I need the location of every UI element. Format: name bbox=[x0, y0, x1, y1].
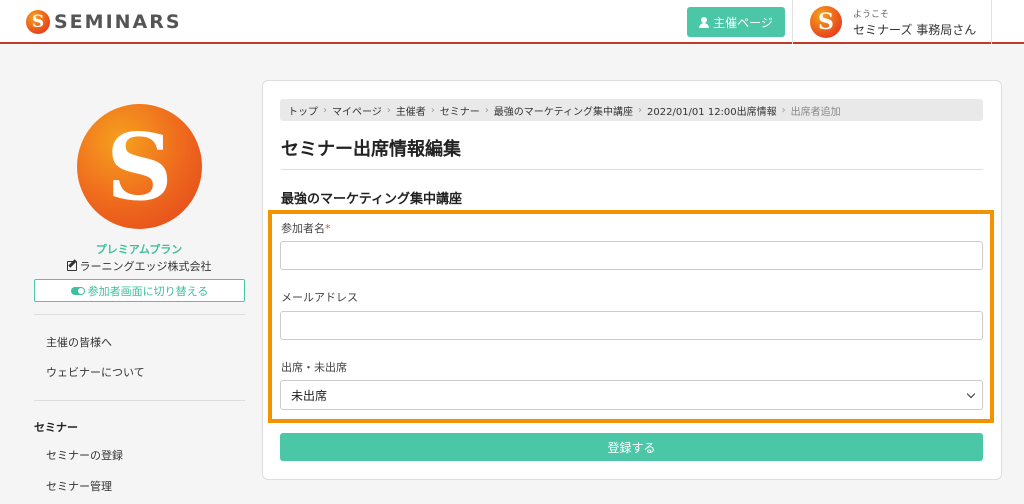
organizer-avatar: S bbox=[77, 104, 202, 229]
participant-name-input[interactable] bbox=[280, 241, 983, 270]
header-divider bbox=[991, 0, 992, 44]
breadcrumb-current: 出席者追加 bbox=[790, 106, 841, 118]
title-divider bbox=[281, 169, 983, 170]
toggle-icon bbox=[70, 286, 85, 295]
sidebar-item-register-seminar[interactable]: セミナーの登録 bbox=[46, 447, 123, 463]
breadcrumb-item[interactable]: セミナー bbox=[440, 103, 480, 118]
register-button[interactable]: 登録する bbox=[280, 433, 983, 461]
logo-badge: S bbox=[26, 10, 50, 34]
top-header: S SEMINARS 主催ページ S ようこそ セミナーズ 事務局さん bbox=[0, 0, 1024, 44]
sidebar-item-seminar-management[interactable]: セミナー管理 bbox=[46, 478, 112, 494]
sidebar-divider bbox=[34, 314, 245, 315]
welcome-text: ようこそ bbox=[853, 10, 890, 20]
required-mark: * bbox=[325, 222, 331, 235]
breadcrumb-item[interactable]: マイページ bbox=[332, 103, 382, 118]
sidebar-item-for-organizers[interactable]: 主催の皆様へ bbox=[46, 334, 112, 350]
breadcrumb-item[interactable]: 最強のマーケティング集中講座 bbox=[494, 103, 633, 118]
header-divider bbox=[792, 0, 793, 44]
breadcrumb-item[interactable]: トップ bbox=[288, 103, 318, 118]
plan-label: プレミアムプラン bbox=[95, 243, 183, 256]
chevron-down-icon bbox=[966, 389, 976, 399]
breadcrumb: トップ › マイページ › 主催者 › セミナー › 最強のマーケティング集中講座 › 2… bbox=[280, 99, 983, 121]
attendance-select[interactable]: 未出席 bbox=[280, 380, 983, 410]
page-title: セミナー出席情報編集 bbox=[281, 139, 461, 160]
switch-button-label: 参加者画面に切り替える bbox=[87, 284, 209, 298]
participant-name-label: 参加者名* bbox=[281, 222, 331, 235]
email-input[interactable] bbox=[280, 311, 983, 340]
sidebar-section-heading: セミナー bbox=[34, 421, 78, 434]
attendance-label: 出席・未出席 bbox=[281, 361, 347, 374]
switch-to-participant-button[interactable]: 参加者画面に切り替える bbox=[34, 279, 245, 302]
breadcrumb-item[interactable]: 主催者 bbox=[396, 103, 426, 118]
user-name[interactable]: セミナーズ 事務局さん bbox=[853, 21, 976, 38]
seminar-name: 最強のマーケティング集中講座 bbox=[281, 192, 462, 207]
email-label: メールアドレス bbox=[281, 291, 358, 304]
company-name-text: ラーニングエッジ株式会社 bbox=[79, 260, 212, 273]
company-name[interactable]: ラーニングエッジ株式会社 bbox=[0, 258, 278, 274]
seminars-logo[interactable]: S SEMINARS bbox=[26, 8, 182, 36]
user-avatar[interactable]: S bbox=[810, 6, 842, 38]
breadcrumb-item[interactable]: 2022/01/01 12:00出席情報 bbox=[647, 103, 777, 118]
sidebar-divider bbox=[34, 400, 245, 401]
host-page-button[interactable]: 主催ページ bbox=[687, 7, 785, 37]
edit-icon bbox=[66, 261, 77, 271]
user-icon bbox=[699, 16, 710, 28]
sidebar-item-about-webinar[interactable]: ウェビナーについて bbox=[46, 364, 145, 380]
logo-text: SEMINARS bbox=[54, 11, 182, 33]
host-page-button-label: 主催ページ bbox=[713, 15, 773, 30]
attendance-selected-value: 未出席 bbox=[291, 388, 328, 403]
